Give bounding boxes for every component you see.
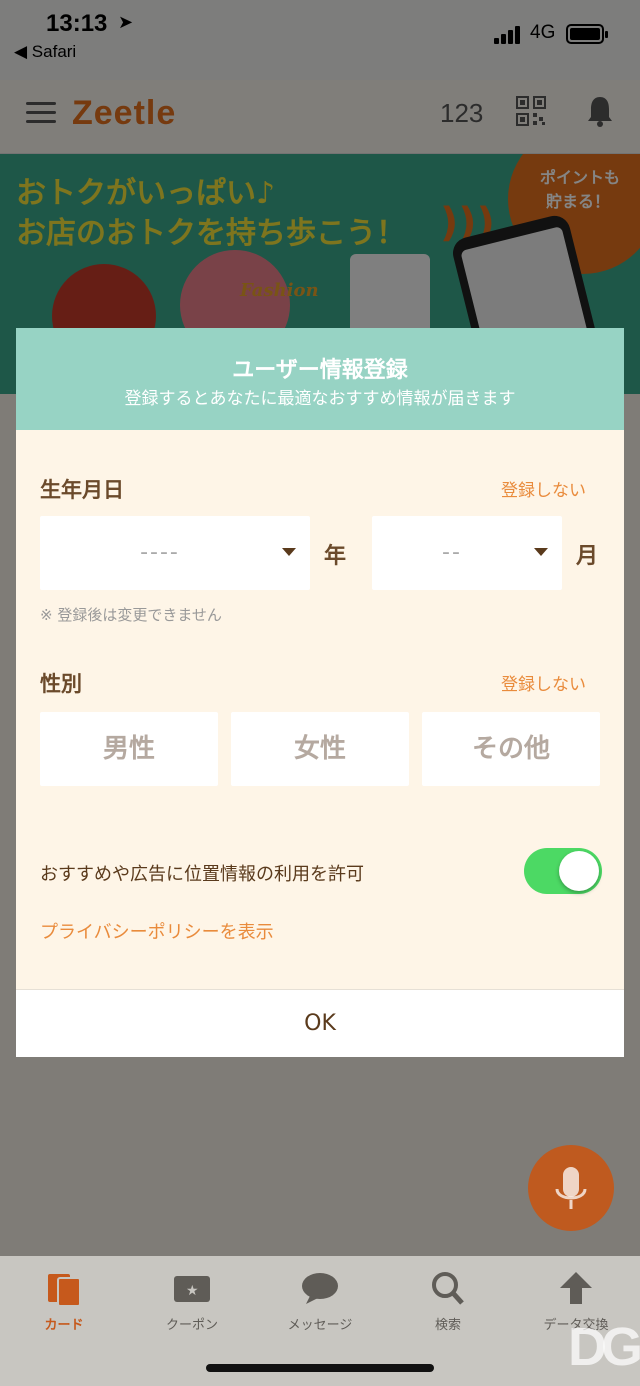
birth-month-value: -- (442, 540, 462, 565)
tab-label: 検索 (434, 1318, 461, 1333)
tab-message[interactable]: メッセージ (270, 1270, 370, 1333)
privacy-policy-link[interactable]: プライバシーポリシーを表示 (40, 918, 274, 944)
tab-search[interactable]: 検索 (398, 1270, 498, 1333)
birthdate-label: 生年月日 (40, 478, 124, 502)
birth-year-select[interactable]: ---- (40, 516, 310, 590)
dialog-subtitle: 登録するとあなたに最適なおすすめ情報が届きます (124, 389, 516, 409)
dialog-title: ユーザー情報登録 (232, 358, 408, 383)
birth-month-select[interactable]: -- (372, 516, 562, 590)
year-unit-label: 年 (324, 544, 347, 569)
watermark-logo: DG (568, 1317, 640, 1377)
birthdate-note: ※ 登録後は変更できません (40, 606, 222, 624)
month-unit-label: 月 (576, 544, 599, 569)
gender-label: 性別 (40, 672, 82, 696)
microphone-icon (555, 1167, 587, 1209)
search-icon (428, 1270, 468, 1306)
tab-label: メッセージ (287, 1318, 353, 1333)
home-indicator[interactable] (206, 1364, 434, 1372)
dropdown-arrow-icon (282, 548, 296, 556)
message-icon (300, 1270, 340, 1306)
birth-year-value: ---- (140, 540, 180, 565)
gender-female-button[interactable]: 女性 (231, 712, 409, 786)
dialog-header: ユーザー情報登録 登録するとあなたに最適なおすすめ情報が届きます (16, 328, 624, 430)
gender-skip-link[interactable]: 登録しない (501, 670, 586, 695)
gender-male-button[interactable]: 男性 (40, 712, 218, 786)
gender-other-button[interactable]: その他 (422, 712, 600, 786)
location-permission-toggle[interactable] (524, 848, 602, 894)
card-icon (44, 1270, 84, 1307)
upload-icon (556, 1270, 596, 1306)
location-permission-label: おすすめや広告に位置情報の利用を許可 (40, 864, 364, 885)
dropdown-arrow-icon (534, 548, 548, 556)
tab-coupon[interactable]: ★ クーポン (142, 1270, 242, 1333)
tab-card[interactable]: カード (14, 1270, 114, 1333)
birthdate-skip-link[interactable]: 登録しない (501, 476, 586, 501)
ok-button[interactable]: OK (16, 989, 624, 1057)
user-info-dialog: ユーザー情報登録 登録するとあなたに最適なおすすめ情報が届きます 生年月日 登録… (16, 328, 624, 1057)
tab-label: カード (44, 1318, 84, 1333)
tab-label: クーポン (165, 1318, 218, 1333)
svg-text:★: ★ (186, 1283, 199, 1299)
coupon-icon: ★ (172, 1270, 212, 1306)
voice-search-button[interactable] (528, 1145, 614, 1231)
